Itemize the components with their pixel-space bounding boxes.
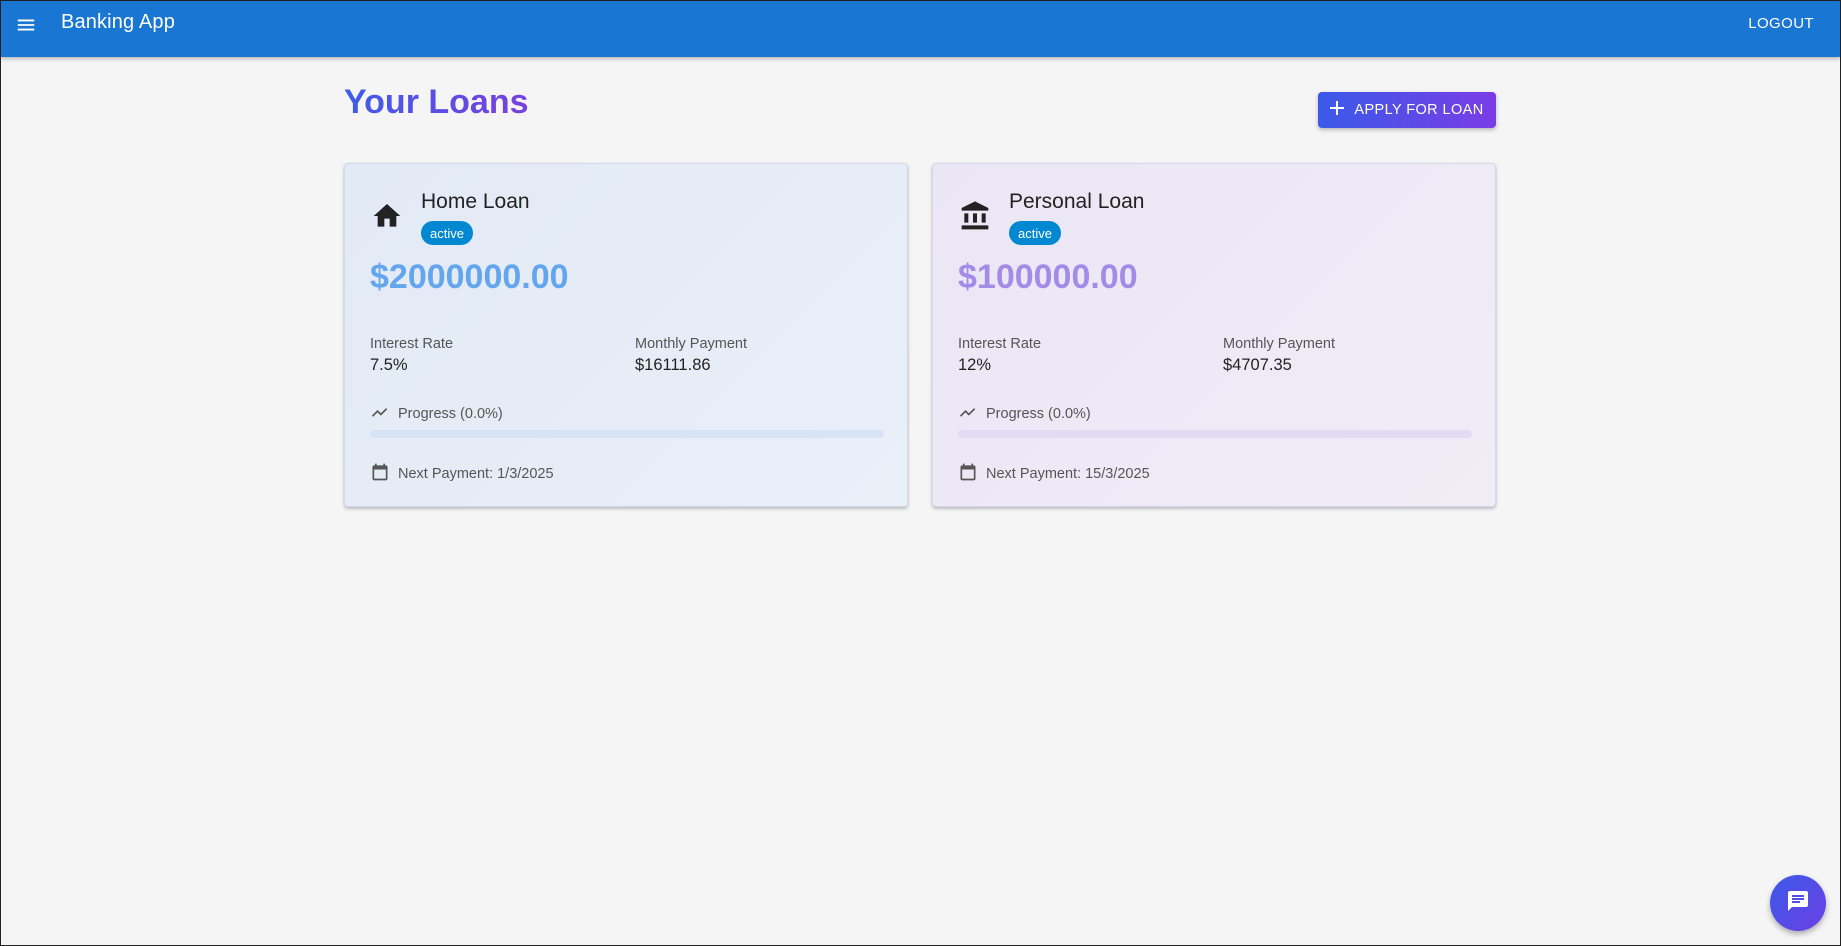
- interest-rate-label: Interest Rate: [370, 336, 454, 352]
- chat-icon: [1786, 889, 1810, 918]
- next-payment-label: Next Payment: 1/3/2025: [398, 466, 554, 482]
- status-badge: active: [1009, 221, 1061, 245]
- plus-icon: [1330, 101, 1345, 119]
- loan-name: Home Loan: [421, 190, 530, 213]
- monthly-payment-label: Monthly Payment: [1223, 336, 1336, 352]
- trending-up-icon: [958, 402, 978, 426]
- next-payment-row: Next Payment: 1/3/2025: [370, 462, 554, 486]
- next-payment-row: Next Payment: 15/3/2025: [958, 462, 1150, 486]
- trending-up-icon: [370, 402, 390, 426]
- status-badge: active: [421, 221, 473, 245]
- interest-rate-value: 7.5%: [370, 356, 408, 374]
- page-title: Your Loans: [344, 83, 529, 121]
- loan-name: Personal Loan: [1009, 190, 1145, 213]
- loan-amount: $2000000.00: [370, 258, 569, 296]
- calendar-icon: [370, 462, 390, 486]
- interest-rate-label: Interest Rate: [958, 336, 1042, 352]
- next-payment-label: Next Payment: 15/3/2025: [986, 466, 1150, 482]
- bank-icon: [959, 200, 991, 232]
- logout-button[interactable]: LOGOUT: [1748, 15, 1814, 32]
- progress-row: Progress (0.0%): [958, 402, 1091, 426]
- apply-for-loan-label: APPLY FOR LOAN: [1354, 102, 1484, 118]
- monthly-payment-value: $4707.35: [1223, 356, 1292, 374]
- chat-button[interactable]: [1770, 875, 1826, 931]
- loan-card-personal: Personal Loan active $100000.00 Interest…: [932, 163, 1496, 507]
- menu-icon[interactable]: [14, 13, 38, 37]
- loan-amount: $100000.00: [958, 258, 1138, 296]
- app-bar: Banking App LOGOUT: [1, 1, 1840, 57]
- progress-row: Progress (0.0%): [370, 402, 503, 426]
- home-icon: [371, 200, 403, 232]
- loan-card-home: Home Loan active $2000000.00 Interest Ra…: [344, 163, 908, 507]
- progress-label: Progress (0.0%): [986, 406, 1091, 422]
- app-title: Banking App: [61, 11, 175, 33]
- interest-rate-value: 12%: [958, 356, 992, 374]
- apply-for-loan-button[interactable]: APPLY FOR LOAN: [1318, 92, 1496, 128]
- monthly-payment-label: Monthly Payment: [635, 336, 748, 352]
- monthly-payment-value: $16111.86: [635, 356, 711, 374]
- calendar-icon: [958, 462, 978, 486]
- progress-bar: [958, 430, 1472, 438]
- progress-label: Progress (0.0%): [398, 406, 503, 422]
- progress-bar: [370, 430, 884, 438]
